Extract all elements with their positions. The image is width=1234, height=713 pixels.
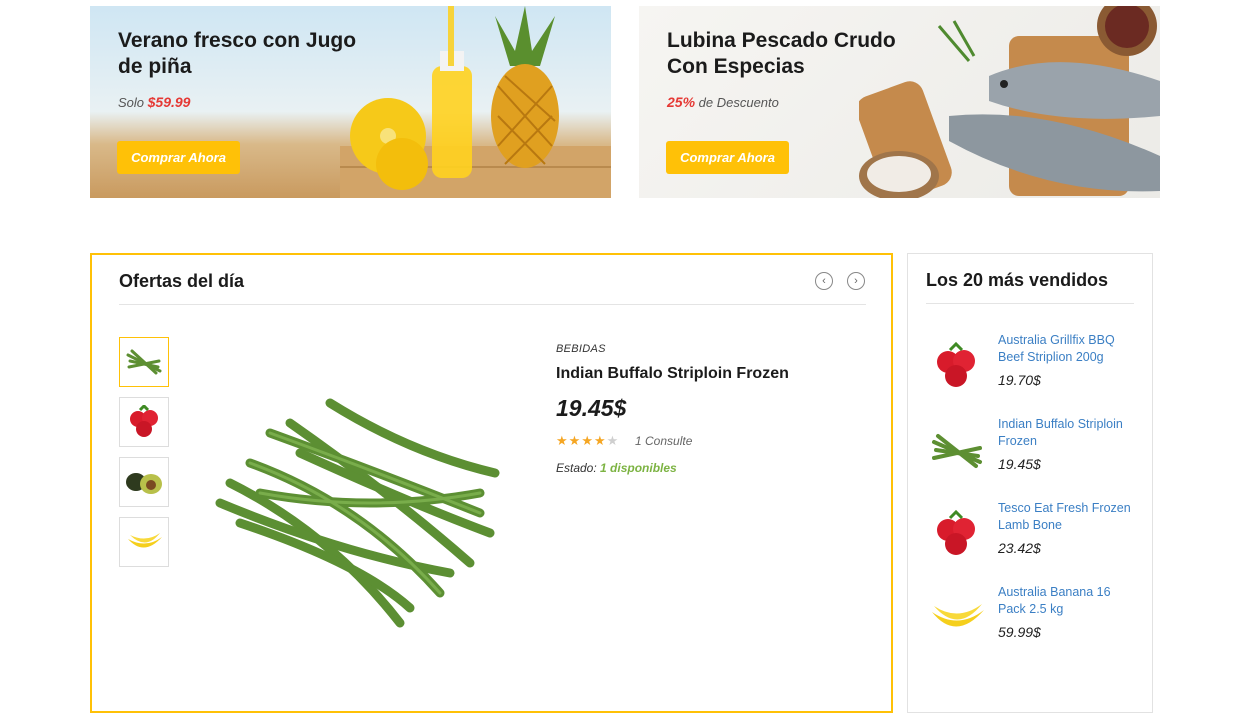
product-price: 59.99$ [998, 624, 1041, 640]
avocado-icon [126, 473, 162, 494]
chevron-left-icon: ‹ [822, 275, 826, 287]
review-count[interactable]: 1 Consulte [635, 434, 692, 448]
banner-price: $59.99 [147, 94, 191, 110]
product-category: BEBIDAS [556, 343, 606, 355]
star-icon: ★ [556, 433, 569, 448]
carousel-next-button[interactable]: › [847, 272, 865, 290]
deals-title: Ofertas del día [119, 271, 245, 291]
product-price: 23.42$ [998, 540, 1041, 556]
rating-stars: ★★★★★ [556, 433, 619, 449]
stock-status: Estado: 1 disponibles [556, 461, 677, 475]
banner-pineapple-juice[interactable]: Verano fresco con Jugo de piña Solo $59.… [90, 6, 611, 198]
banana-icon [128, 533, 162, 548]
deals-of-the-day-panel: Ofertas del día ‹ › BEBIDAS Indian Buffa… [90, 253, 893, 713]
list-item[interactable]: Tesco Eat Fresh Frozen Lamb Bone 23.42$ [926, 500, 1136, 570]
list-item[interactable]: Australia Banana 16 Pack 2.5 kg 59.99$ [926, 584, 1136, 654]
green-beans-icon [126, 349, 162, 375]
divider [119, 304, 866, 305]
banner-sea-bass[interactable]: Lubina Pescado Crudo Con Especias 25% de… [639, 6, 1160, 198]
banner-title: Lubina Pescado Crudo Con Especias [667, 29, 896, 78]
banner-title: Verano fresco con Jugo de piña [118, 29, 357, 78]
pineapple-juice-illustration [340, 6, 611, 198]
thumbnail-strawberries[interactable] [119, 397, 169, 447]
strawberries-icon [937, 509, 975, 555]
product-link[interactable]: Tesco Eat Fresh Frozen Lamb Bone [998, 500, 1138, 534]
stock-value: 1 disponibles [600, 461, 677, 475]
product-price: 19.45$ [556, 395, 627, 421]
product-price: 19.70$ [998, 372, 1041, 388]
banner-discount: 25% [667, 94, 696, 110]
thumbnail-green-beans[interactable] [119, 337, 169, 387]
banana-icon [932, 604, 984, 627]
list-item[interactable]: Indian Buffalo Striploin Frozen 19.45$ [926, 416, 1136, 486]
product-image-green-beans[interactable] [210, 393, 504, 629]
product-link[interactable]: Australia Banana 16 Pack 2.5 kg [998, 584, 1138, 618]
product-price: 19.45$ [998, 456, 1041, 472]
chevron-right-icon: › [854, 275, 858, 287]
star-icon: ★ [593, 433, 607, 448]
list-item[interactable]: Australia Grillfix BBQ Beef Striplion 20… [926, 332, 1136, 402]
product-link[interactable]: Indian Buffalo Striploin Frozen [998, 416, 1138, 450]
divider [926, 303, 1134, 304]
star-icon: ★ [606, 433, 620, 448]
star-icon: ★ [581, 433, 594, 448]
shop-now-button[interactable]: Comprar Ahora [117, 141, 240, 174]
shop-now-button[interactable]: Comprar Ahora [666, 141, 789, 174]
strawberries-icon [937, 341, 975, 387]
banner-subtitle: 25% de Descuento [667, 94, 779, 110]
bestsellers-panel: Los 20 más vendidos Australia Grillfix B… [907, 253, 1153, 713]
green-beans-icon [932, 434, 982, 468]
carousel-prev-button[interactable]: ‹ [815, 272, 833, 290]
bestsellers-title: Los 20 más vendidos [926, 270, 1109, 290]
thumbnail-avocado[interactable] [119, 457, 169, 507]
star-icon: ★ [568, 433, 582, 448]
thumbnail-banana[interactable] [119, 517, 169, 567]
product-link[interactable]: Australia Grillfix BBQ Beef Striplion 20… [998, 332, 1138, 366]
product-name[interactable]: Indian Buffalo Striploin Frozen [556, 365, 789, 383]
strawberries-icon [130, 405, 158, 437]
banner-subtitle: Solo $59.99 [118, 94, 191, 110]
